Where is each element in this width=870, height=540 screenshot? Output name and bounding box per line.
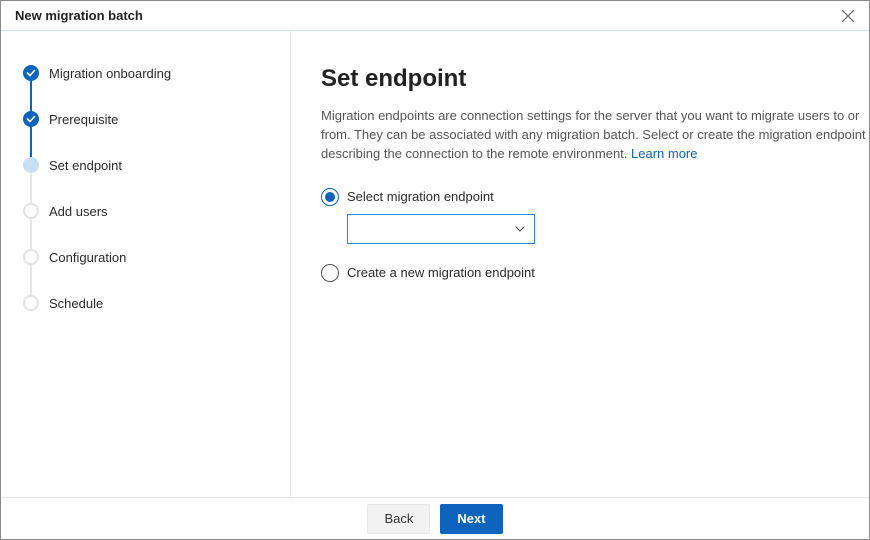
endpoint-dropdown[interactable] — [347, 214, 535, 244]
step-label: Prerequisite — [49, 112, 118, 127]
steps-list: Migration onboarding Prerequisite Set en… — [23, 65, 290, 313]
titlebar: New migration batch — [1, 1, 869, 31]
step-prerequisite[interactable]: Prerequisite — [23, 111, 290, 157]
step-label: Migration onboarding — [49, 66, 171, 81]
wizard-footer: Back Next — [1, 497, 869, 539]
radio-select-endpoint[interactable]: Select migration endpoint — [321, 188, 869, 206]
main-panel: Set endpoint Migration endpoints are con… — [291, 31, 869, 497]
window-title: New migration batch — [15, 8, 143, 23]
future-step-icon — [23, 295, 39, 311]
current-step-icon — [23, 157, 39, 173]
check-icon — [23, 65, 39, 81]
step-label: Add users — [49, 204, 108, 219]
check-icon — [23, 111, 39, 127]
step-label: Set endpoint — [49, 158, 122, 173]
radio-icon — [321, 188, 339, 206]
future-step-icon — [23, 249, 39, 265]
step-label: Schedule — [49, 296, 103, 311]
step-configuration[interactable]: Configuration — [23, 249, 290, 295]
step-label: Configuration — [49, 250, 126, 265]
close-icon[interactable] — [837, 5, 859, 27]
next-button[interactable]: Next — [440, 504, 502, 534]
page-description: Migration endpoints are connection setti… — [321, 107, 869, 164]
migration-wizard-window: New migration batch Migration onboarding — [0, 0, 870, 540]
wizard-steps-sidebar: Migration onboarding Prerequisite Set en… — [1, 31, 291, 497]
radio-create-endpoint[interactable]: Create a new migration endpoint — [321, 264, 869, 282]
radio-label: Create a new migration endpoint — [347, 265, 535, 280]
step-migration-onboarding[interactable]: Migration onboarding — [23, 65, 290, 111]
back-button[interactable]: Back — [367, 504, 430, 534]
radio-label: Select migration endpoint — [347, 189, 494, 204]
future-step-icon — [23, 203, 39, 219]
radio-icon — [321, 264, 339, 282]
page-heading: Set endpoint — [321, 65, 869, 93]
chevron-down-icon — [514, 223, 526, 235]
step-schedule[interactable]: Schedule — [23, 295, 290, 313]
step-add-users[interactable]: Add users — [23, 203, 290, 249]
step-set-endpoint[interactable]: Set endpoint — [23, 157, 290, 203]
learn-more-link[interactable]: Learn more — [631, 146, 697, 161]
